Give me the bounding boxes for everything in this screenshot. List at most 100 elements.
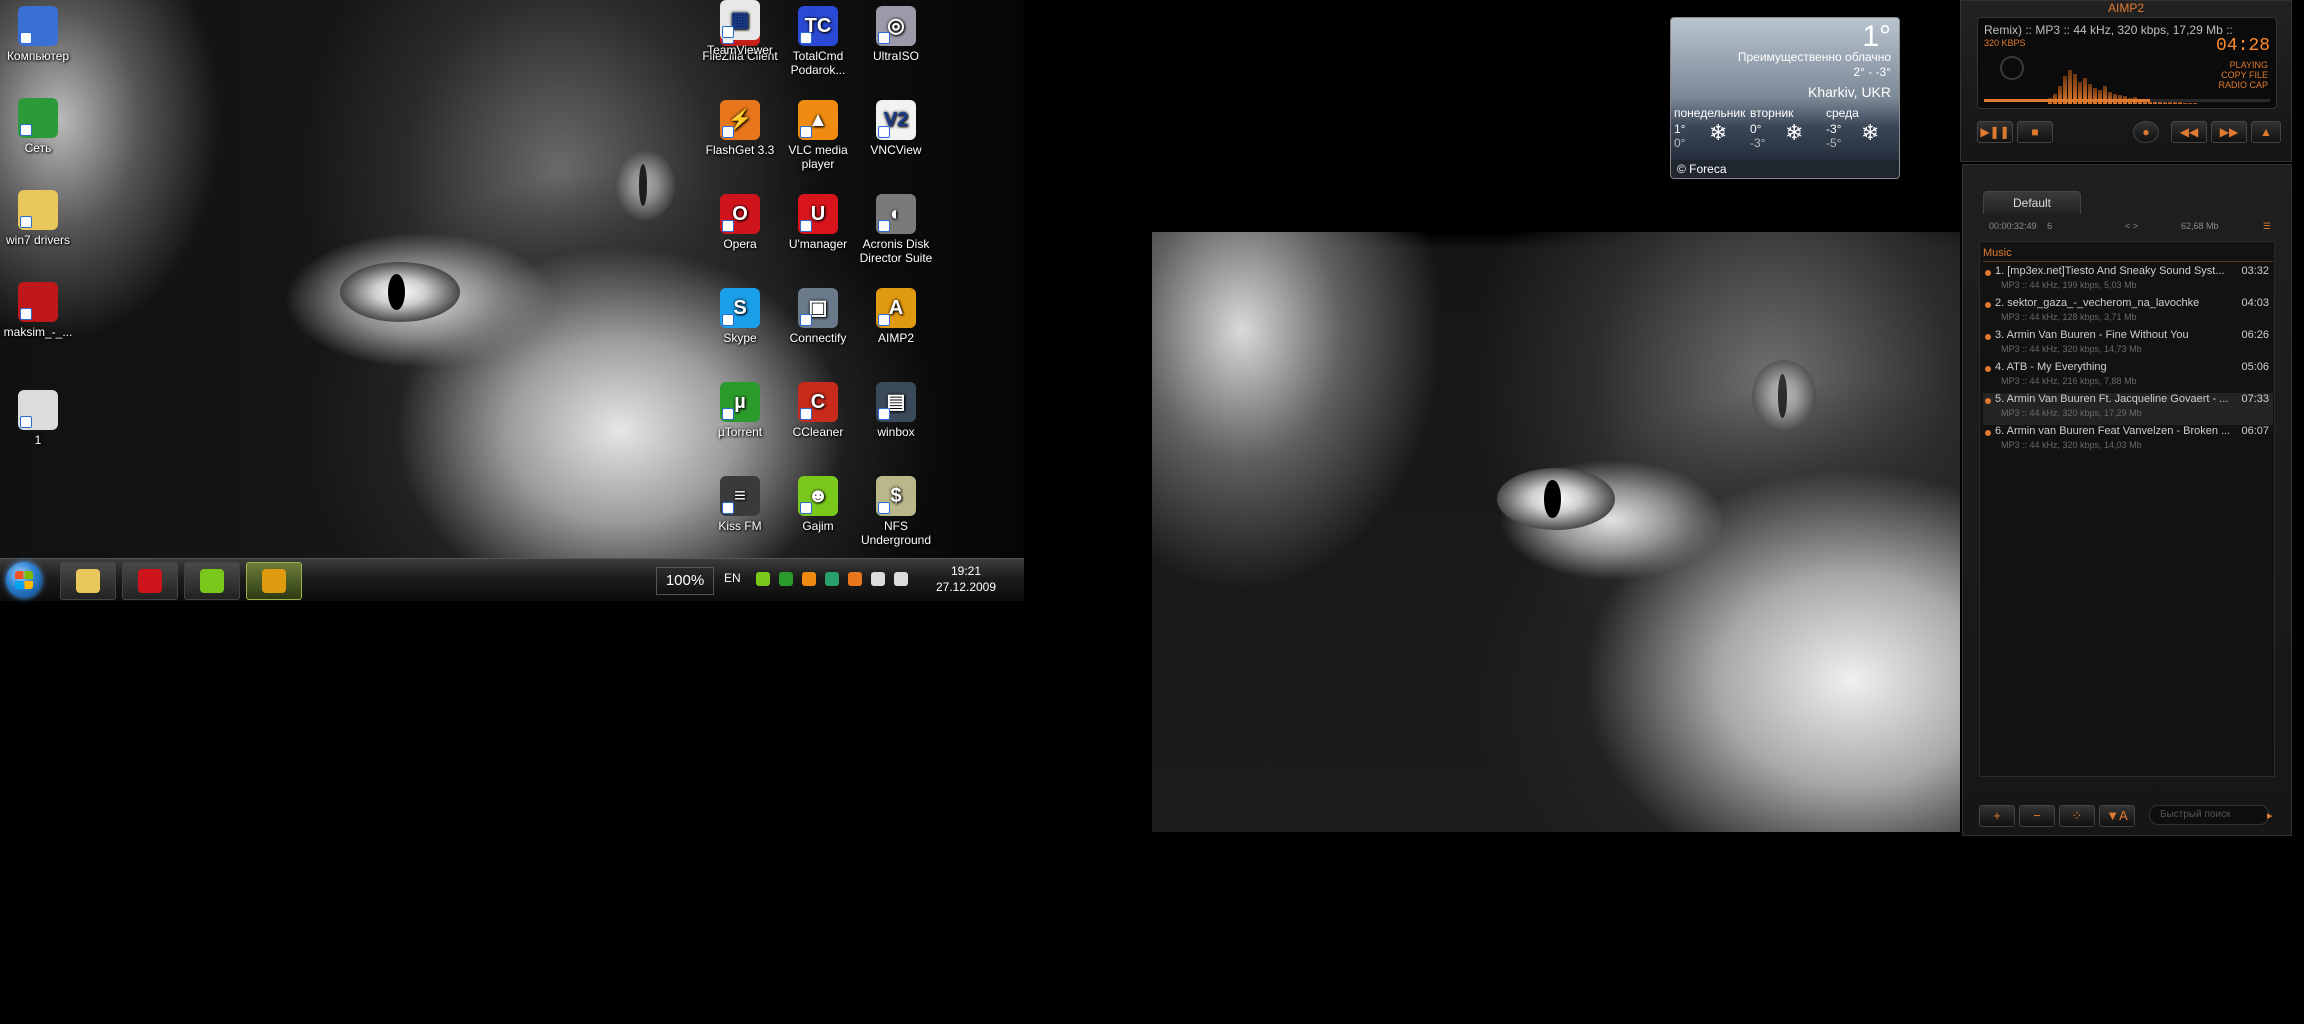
tray-icon-3[interactable] — [825, 572, 839, 586]
track-title: 1. [mp3ex.net]Tiesto And Sneaky Sound Sy… — [1995, 265, 2225, 277]
prev-track-button[interactable]: ◀◀ — [2171, 121, 2207, 143]
connectify-icon: ▣ — [798, 288, 838, 328]
desktop-icon-1[interactable]: Сеть — [0, 98, 76, 155]
desktop-icon-connectify[interactable]: ▣ Connectify — [780, 288, 856, 345]
playlist-resize-icon[interactable]: ▸ — [2267, 809, 2273, 822]
clock[interactable]: 19:21 27.12.2009 — [926, 563, 1006, 595]
spectrum-bar — [2168, 102, 2172, 104]
aimp-state-item: PLAYING — [2229, 60, 2268, 70]
desktop-icon-label: VLC media player — [788, 143, 848, 171]
track-title: 5. Armin Van Buuren Ft. Jacqueline Govae… — [1995, 393, 2229, 405]
tray-icon-5[interactable] — [871, 572, 885, 586]
utel-icon: U — [798, 194, 838, 234]
desktop-icon-teamviewer[interactable]: ▦ TeamViewer — [702, 0, 778, 57]
taskbar-button-opera[interactable] — [122, 562, 178, 600]
desktop-icon-totalcmd[interactable]: TC TotalCmd Podarok... — [780, 6, 856, 77]
tray-icon-0[interactable] — [756, 572, 770, 586]
desktop-icon-skype[interactable]: S Skype — [702, 288, 778, 345]
play-pause-button[interactable]: ▶❚❚ — [1977, 121, 2013, 143]
seek-bar[interactable] — [1984, 99, 2270, 102]
playlist-track[interactable]: 3. Armin Van Buuren - Fine Without You 06… — [1983, 329, 2273, 361]
tray-icon-6[interactable] — [894, 572, 908, 586]
language-indicator[interactable]: EN — [724, 571, 741, 585]
taskbar-button-aimp[interactable] — [246, 562, 302, 600]
quick-search-input[interactable]: Быстрый поиск — [2149, 805, 2269, 825]
weather-gadget[interactable]: 1° Преимущественно облачно 2° - -3° Khar… — [1670, 17, 1900, 179]
keyboard-file-icon — [18, 390, 58, 430]
audio-file-icon — [18, 282, 58, 322]
desktop-icon-label: Компьютер — [6, 49, 70, 63]
open-file-button[interactable]: ▲ — [2251, 121, 2281, 143]
playlist-duration: 00:00:32:49 — [1989, 221, 2037, 231]
desktop-icon-ccleaner[interactable]: C CCleaner — [780, 382, 856, 439]
tray-icon-1[interactable] — [779, 572, 793, 586]
disc-icon: ◎ — [876, 6, 916, 46]
forecast-high: 0° — [1750, 122, 1762, 136]
filter-button[interactable]: ▼A — [2099, 805, 2135, 827]
aimp-scrolling-title: Remix) :: MP3 :: 44 kHz, 320 kbps, 17,29… — [1984, 23, 2233, 37]
playlist-track[interactable]: 1. [mp3ex.net]Tiesto And Sneaky Sound Sy… — [1983, 265, 2273, 297]
spectrum-bar — [2183, 103, 2187, 104]
desktop-icon-4[interactable]: 1 — [0, 390, 76, 447]
winbox-icon: ▤ — [876, 382, 916, 422]
desktop-icon-opera[interactable]: O Opera — [702, 194, 778, 251]
add-track-button[interactable]: + — [1979, 805, 2015, 827]
desktop-icon-aimp[interactable]: A AIMP2 — [858, 288, 934, 345]
track-duration: 06:26 — [2241, 329, 2269, 341]
weather-temperature: 1° — [1862, 20, 1891, 53]
aimp-state-item: RADIO CAP — [2218, 80, 2268, 90]
spectrum-bar — [2163, 102, 2167, 104]
weather-source[interactable]: © Foreca — [1671, 160, 1899, 178]
playlist-count: 6 — [2047, 221, 2053, 231]
desktop-icon-kissfm[interactable]: ≡ Kiss FM — [702, 476, 778, 533]
track-meta: MP3 :: 44 kHz, 199 kbps, 5,03 Mb — [2001, 280, 2137, 290]
desktop-icon-label: NFS Underground — [860, 519, 932, 547]
desktop-icon-label: winbox — [877, 425, 915, 439]
desktop-icon-vlc-cone[interactable]: ▲ VLC media player — [780, 100, 856, 171]
desktop-icon-2[interactable]: win7 drivers — [0, 190, 76, 247]
zoom-level[interactable]: 100% — [656, 567, 714, 595]
track-meta: MP3 :: 44 kHz, 320 kbps, 14,03 Mb — [2001, 440, 2142, 450]
desktop-icon-gajim[interactable]: ☻ Gajim — [780, 476, 856, 533]
playlist-track[interactable]: 5. Armin Van Buuren Ft. Jacqueline Govae… — [1983, 393, 2273, 425]
kissfm-icon: ≡ — [720, 476, 760, 516]
desktop-icon-utorrent[interactable]: µ µTorrent — [702, 382, 778, 439]
clock-date: 27.12.2009 — [935, 580, 997, 594]
desktop-icon-winbox[interactable]: ▤ winbox — [858, 382, 934, 439]
desktop-icon-0[interactable]: Компьютер — [0, 6, 76, 63]
forecast-low: 0° — [1674, 136, 1686, 150]
stop-button[interactable]: ■ — [2017, 121, 2053, 143]
desktop-icon-vnc[interactable]: V2 VNCView — [858, 100, 934, 157]
desktop-icon-flashget[interactable]: ⚡ FlashGet 3.3 — [702, 100, 778, 157]
playlist-tab-default[interactable]: Default — [1983, 191, 2081, 214]
desktop-icon-disc[interactable]: ◎ UltraISO — [858, 6, 934, 63]
tray-icon-2[interactable] — [802, 572, 816, 586]
spectrum-bar — [2108, 92, 2112, 104]
taskbar-button-gajim[interactable] — [184, 562, 240, 600]
desktop-icon-3[interactable]: maksim_-_... — [0, 282, 76, 339]
playlist-track[interactable]: 2. sektor_gaza_-_vecherom_na_lavochke 04:… — [1983, 297, 2273, 329]
start-button[interactable] — [6, 562, 42, 598]
snow-icon: ❄ — [1785, 120, 1804, 145]
desktop-icon-acronis[interactable]: ◐ Acronis Disk Director Suite — [858, 194, 934, 265]
desktop-icon-label: Skype — [723, 331, 757, 345]
playlist-menu-icon[interactable]: ☰ — [2263, 221, 2271, 232]
taskbar-button-explorer[interactable] — [60, 562, 116, 600]
desktop-icon-label: Gajim — [802, 519, 834, 533]
spectrum-bar — [2178, 102, 2182, 104]
aimp-time[interactable]: 04:28 — [2216, 36, 2270, 56]
track-duration: 07:33 — [2241, 393, 2269, 405]
playlist-nav-icon[interactable]: < > — [2125, 221, 2138, 231]
tray-icon-4[interactable] — [848, 572, 862, 586]
sort-button[interactable]: ⁘ — [2059, 805, 2095, 827]
desktop-icon-utel[interactable]: U U'manager — [780, 194, 856, 251]
playlist-group-header: Music — [1983, 247, 2273, 262]
desktop-icon-label: maksim_-_... — [3, 325, 73, 339]
playlist-track[interactable]: 4. ATB - My Everything 05:06 MP3 :: 44 kHz… — [1983, 361, 2273, 393]
remove-track-button[interactable]: − — [2019, 805, 2055, 827]
desktop-icon-nfs[interactable]: $ NFS Underground — [858, 476, 934, 547]
playlist-track[interactable]: 6. Armin van Buuren Feat Vanvelzen - Bro… — [1983, 425, 2273, 457]
volume-knob-icon[interactable] — [2000, 56, 2024, 80]
next-track-button[interactable]: ▶▶ — [2211, 121, 2247, 143]
eject-icon[interactable]: ● — [2133, 121, 2159, 143]
